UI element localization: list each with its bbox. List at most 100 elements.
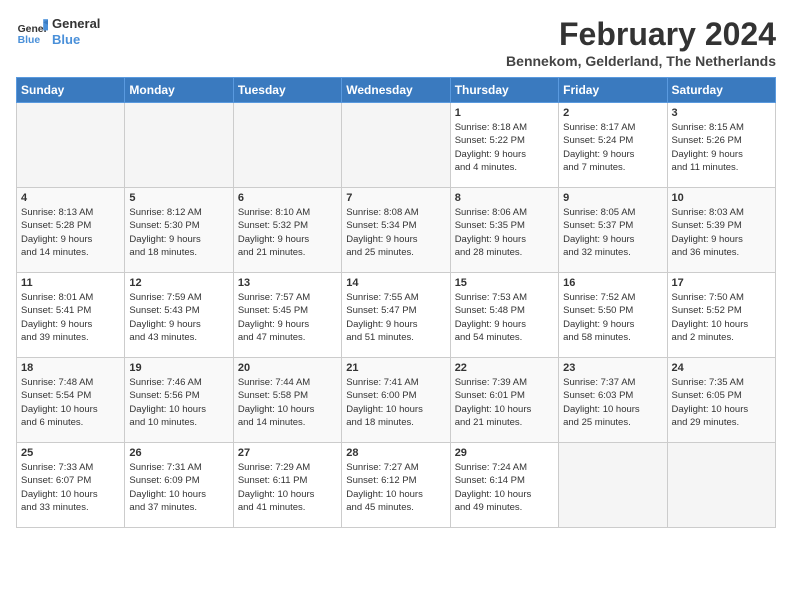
day-number: 16 bbox=[563, 277, 662, 289]
weekday-header-monday: Monday bbox=[125, 78, 233, 103]
day-number: 15 bbox=[455, 277, 554, 289]
day-number: 14 bbox=[346, 277, 445, 289]
day-number: 2 bbox=[563, 107, 662, 119]
calendar-week-2: 4 Sunrise: 8:13 AM Sunset: 5:28 PM Daylig… bbox=[17, 188, 776, 273]
title-area: February 2024 Bennekom, Gelderland, The … bbox=[506, 16, 776, 69]
day-info: Sunrise: 7:39 AM Sunset: 6:01 PM Dayligh… bbox=[455, 376, 554, 429]
calendar-cell: 23Sunrise: 7:37 AM Sunset: 6:03 PM Dayli… bbox=[559, 358, 667, 443]
month-year: February 2024 bbox=[506, 16, 776, 53]
day-info: Sunrise: 8:03 AM Sunset: 5:39 PM Dayligh… bbox=[672, 206, 771, 259]
calendar-cell: 8 Sunrise: 8:06 AM Sunset: 5:35 PM Daylig… bbox=[450, 188, 558, 273]
day-info: Sunrise: 8:06 AM Sunset: 5:35 PM Dayligh… bbox=[455, 206, 554, 259]
calendar-cell: 20 Sunrise: 7:44 AM Sunset: 5:58 PM Dayli… bbox=[233, 358, 341, 443]
day-number: 8 bbox=[455, 192, 554, 204]
calendar-cell: 14 Sunrise: 7:55 AM Sunset: 5:47 PM Dayli… bbox=[342, 273, 450, 358]
day-number: 13 bbox=[238, 277, 337, 289]
day-number: 18 bbox=[21, 362, 120, 374]
calendar-cell: 25 Sunrise: 7:33 AM Sunset: 6:07 PM Dayli… bbox=[17, 443, 125, 528]
calendar-cell bbox=[233, 103, 341, 188]
logo-line2: Blue bbox=[52, 32, 100, 48]
day-info: Sunrise: 7:31 AM Sunset: 6:09 PM Dayligh… bbox=[129, 461, 228, 514]
calendar-cell: 12 Sunrise: 7:59 AM Sunset: 5:43 PM Dayli… bbox=[125, 273, 233, 358]
weekday-header-tuesday: Tuesday bbox=[233, 78, 341, 103]
calendar-cell: 5Sunrise: 8:12 AM Sunset: 5:30 PM Daylig… bbox=[125, 188, 233, 273]
calendar-cell: 7 Sunrise: 8:08 AM Sunset: 5:34 PM Daylig… bbox=[342, 188, 450, 273]
day-number: 22 bbox=[455, 362, 554, 374]
calendar-cell: 16 Sunrise: 7:52 AM Sunset: 5:50 PM Dayli… bbox=[559, 273, 667, 358]
day-number: 21 bbox=[346, 362, 445, 374]
calendar-cell: 10Sunrise: 8:03 AM Sunset: 5:39 PM Dayli… bbox=[667, 188, 775, 273]
calendar-cell: 2 Sunrise: 8:17 AM Sunset: 5:24 PM Daylig… bbox=[559, 103, 667, 188]
page-header: General Blue General Blue February 2024 … bbox=[16, 16, 776, 69]
calendar-header-row: SundayMondayTuesdayWednesdayThursdayFrid… bbox=[17, 78, 776, 103]
day-info: Sunrise: 7:33 AM Sunset: 6:07 PM Dayligh… bbox=[21, 461, 120, 514]
weekday-header-wednesday: Wednesday bbox=[342, 78, 450, 103]
day-info: Sunrise: 7:48 AM Sunset: 5:54 PM Dayligh… bbox=[21, 376, 120, 429]
day-number: 17 bbox=[672, 277, 771, 289]
day-number: 7 bbox=[346, 192, 445, 204]
weekday-header-saturday: Saturday bbox=[667, 78, 775, 103]
calendar-cell: 3 Sunrise: 8:15 AM Sunset: 5:26 PM Daylig… bbox=[667, 103, 775, 188]
logo-icon: General Blue bbox=[16, 16, 48, 48]
day-number: 26 bbox=[129, 447, 228, 459]
calendar-cell bbox=[667, 443, 775, 528]
day-number: 9 bbox=[563, 192, 662, 204]
day-number: 27 bbox=[238, 447, 337, 459]
calendar-cell: 29 Sunrise: 7:24 AM Sunset: 6:14 PM Dayli… bbox=[450, 443, 558, 528]
day-info: Sunrise: 8:13 AM Sunset: 5:28 PM Dayligh… bbox=[21, 206, 120, 259]
calendar-cell: 26 Sunrise: 7:31 AM Sunset: 6:09 PM Dayli… bbox=[125, 443, 233, 528]
day-info: Sunrise: 7:59 AM Sunset: 5:43 PM Dayligh… bbox=[129, 291, 228, 344]
day-number: 4 bbox=[21, 192, 120, 204]
calendar-cell: 24 Sunrise: 7:35 AM Sunset: 6:05 PM Dayli… bbox=[667, 358, 775, 443]
location: Bennekom, Gelderland, The Netherlands bbox=[506, 53, 776, 69]
day-info: Sunrise: 7:44 AM Sunset: 5:58 PM Dayligh… bbox=[238, 376, 337, 429]
day-info: Sunrise: 7:52 AM Sunset: 5:50 PM Dayligh… bbox=[563, 291, 662, 344]
day-info: Sunrise: 7:55 AM Sunset: 5:47 PM Dayligh… bbox=[346, 291, 445, 344]
day-number: 6 bbox=[238, 192, 337, 204]
day-info: Sunrise: 7:53 AM Sunset: 5:48 PM Dayligh… bbox=[455, 291, 554, 344]
calendar-week-5: 25 Sunrise: 7:33 AM Sunset: 6:07 PM Dayli… bbox=[17, 443, 776, 528]
day-number: 29 bbox=[455, 447, 554, 459]
calendar-cell bbox=[125, 103, 233, 188]
day-number: 12 bbox=[129, 277, 228, 289]
logo-line1: General bbox=[52, 16, 100, 32]
calendar-cell: 19Sunrise: 7:46 AM Sunset: 5:56 PM Dayli… bbox=[125, 358, 233, 443]
calendar-cell: 22 Sunrise: 7:39 AM Sunset: 6:01 PM Dayli… bbox=[450, 358, 558, 443]
day-number: 20 bbox=[238, 362, 337, 374]
calendar-cell: 28Sunrise: 7:27 AM Sunset: 6:12 PM Dayli… bbox=[342, 443, 450, 528]
calendar: SundayMondayTuesdayWednesdayThursdayFrid… bbox=[16, 77, 776, 528]
calendar-week-1: 1Sunrise: 8:18 AM Sunset: 5:22 PM Daylig… bbox=[17, 103, 776, 188]
svg-text:Blue: Blue bbox=[18, 35, 41, 46]
calendar-cell: 6 Sunrise: 8:10 AM Sunset: 5:32 PM Daylig… bbox=[233, 188, 341, 273]
day-number: 25 bbox=[21, 447, 120, 459]
day-info: Sunrise: 8:10 AM Sunset: 5:32 PM Dayligh… bbox=[238, 206, 337, 259]
calendar-cell: 13 Sunrise: 7:57 AM Sunset: 5:45 PM Dayli… bbox=[233, 273, 341, 358]
calendar-cell bbox=[17, 103, 125, 188]
day-number: 3 bbox=[672, 107, 771, 119]
day-number: 24 bbox=[672, 362, 771, 374]
weekday-header-sunday: Sunday bbox=[17, 78, 125, 103]
calendar-cell: 4 Sunrise: 8:13 AM Sunset: 5:28 PM Daylig… bbox=[17, 188, 125, 273]
day-info: Sunrise: 7:57 AM Sunset: 5:45 PM Dayligh… bbox=[238, 291, 337, 344]
day-info: Sunrise: 7:35 AM Sunset: 6:05 PM Dayligh… bbox=[672, 376, 771, 429]
day-info: Sunrise: 7:24 AM Sunset: 6:14 PM Dayligh… bbox=[455, 461, 554, 514]
day-info: Sunrise: 7:41 AM Sunset: 6:00 PM Dayligh… bbox=[346, 376, 445, 429]
logo: General Blue General Blue bbox=[16, 16, 100, 48]
calendar-cell: 27Sunrise: 7:29 AM Sunset: 6:11 PM Dayli… bbox=[233, 443, 341, 528]
calendar-week-4: 18 Sunrise: 7:48 AM Sunset: 5:54 PM Dayli… bbox=[17, 358, 776, 443]
day-info: Sunrise: 8:08 AM Sunset: 5:34 PM Dayligh… bbox=[346, 206, 445, 259]
day-info: Sunrise: 8:17 AM Sunset: 5:24 PM Dayligh… bbox=[563, 121, 662, 174]
day-info: Sunrise: 8:18 AM Sunset: 5:22 PM Dayligh… bbox=[455, 121, 554, 174]
day-info: Sunrise: 8:01 AM Sunset: 5:41 PM Dayligh… bbox=[21, 291, 120, 344]
calendar-cell: 11 Sunrise: 8:01 AM Sunset: 5:41 PM Dayli… bbox=[17, 273, 125, 358]
calendar-cell: 1Sunrise: 8:18 AM Sunset: 5:22 PM Daylig… bbox=[450, 103, 558, 188]
calendar-body: 1Sunrise: 8:18 AM Sunset: 5:22 PM Daylig… bbox=[17, 103, 776, 528]
weekday-header-thursday: Thursday bbox=[450, 78, 558, 103]
day-info: Sunrise: 8:15 AM Sunset: 5:26 PM Dayligh… bbox=[672, 121, 771, 174]
day-info: Sunrise: 8:12 AM Sunset: 5:30 PM Dayligh… bbox=[129, 206, 228, 259]
calendar-cell: 9Sunrise: 8:05 AM Sunset: 5:37 PM Daylig… bbox=[559, 188, 667, 273]
day-info: Sunrise: 7:37 AM Sunset: 6:03 PM Dayligh… bbox=[563, 376, 662, 429]
day-number: 11 bbox=[21, 277, 120, 289]
calendar-cell bbox=[342, 103, 450, 188]
weekday-header-friday: Friday bbox=[559, 78, 667, 103]
